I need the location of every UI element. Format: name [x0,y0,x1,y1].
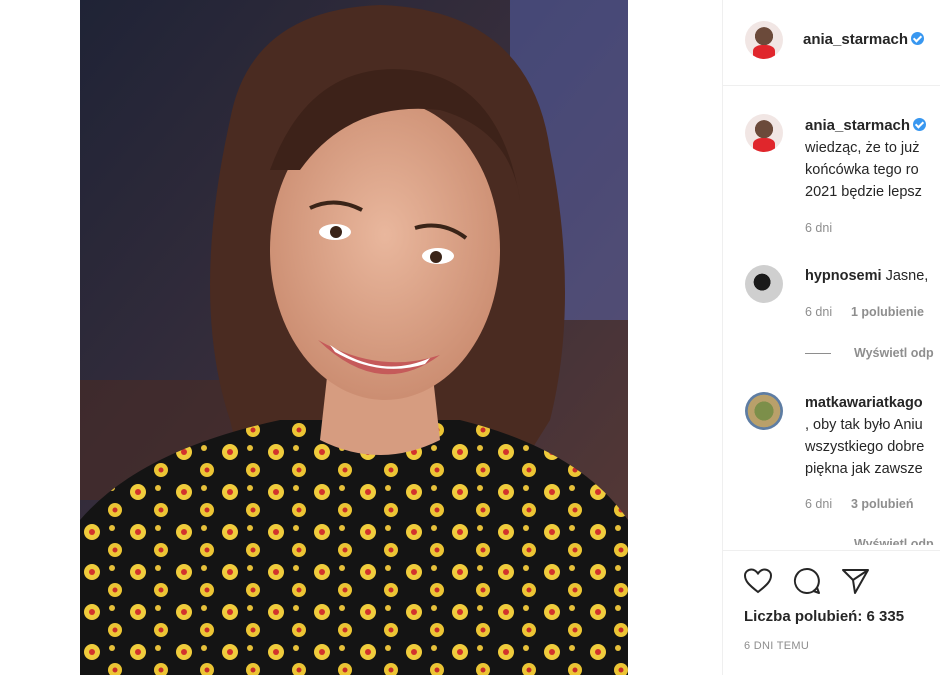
comment-age[interactable]: 6 dni [805,497,832,511]
author-username-text[interactable]: ania_starmach [803,31,908,48]
caption-line-2: końcówka tego ro [805,162,919,178]
caption-avatar[interactable] [745,114,783,152]
comment-likes[interactable]: 3 polubień [851,497,914,511]
comment-avatar[interactable] [745,392,783,430]
verified-badge-icon [913,118,927,131]
caption-line-3: 2021 będzie lepsz [805,184,922,200]
share-icon[interactable] [841,567,871,595]
caption-username[interactable]: ania_starmach [805,117,927,134]
comment-text: Jasne, [885,268,929,284]
caption-age[interactable]: 6 dni [805,221,832,235]
comment-avatar[interactable] [745,265,783,303]
heart-icon[interactable] [743,567,773,595]
caption-line-1: wiedząc, że to już [805,140,920,156]
comment-username-text[interactable]: matkawariatkago [805,395,923,411]
comment-body: hypnosemi Jasne, [805,265,928,287]
comment-likes[interactable]: 1 polubienie [851,305,924,319]
comment-line-2: wszystkiego dobre [805,439,925,455]
comment-line-3: piękna jak zawsze [805,461,923,477]
view-replies-button[interactable]: Wyświetl odp [854,346,934,360]
post-sidebar: ania_starmach ania_starmach wiedząc, że … [722,0,940,675]
replies-divider [805,353,831,354]
comment-icon[interactable] [792,566,822,596]
comment-age[interactable]: 6 dni [805,305,832,319]
comment-username[interactable]: hypnosemi [805,268,882,284]
post-photo[interactable] [80,0,628,675]
author-username[interactable]: ania_starmach [803,31,925,48]
post-timestamp[interactable]: 6 DNI TEMU [744,640,809,652]
verified-badge-icon [911,32,925,45]
comment-line-1: , oby tak było Aniu [805,417,923,433]
likes-count[interactable]: Liczba polubień: 6 335 [744,608,904,625]
actions-divider [723,550,940,551]
post-photo-illustration [80,0,628,675]
comment-username[interactable]: matkawariatkago [805,392,923,414]
view-replies-button[interactable]: Wyświetl odp [854,537,934,545]
author-avatar[interactable] [745,21,783,59]
caption-username-text[interactable]: ania_starmach [805,117,910,134]
header-divider [723,85,940,86]
